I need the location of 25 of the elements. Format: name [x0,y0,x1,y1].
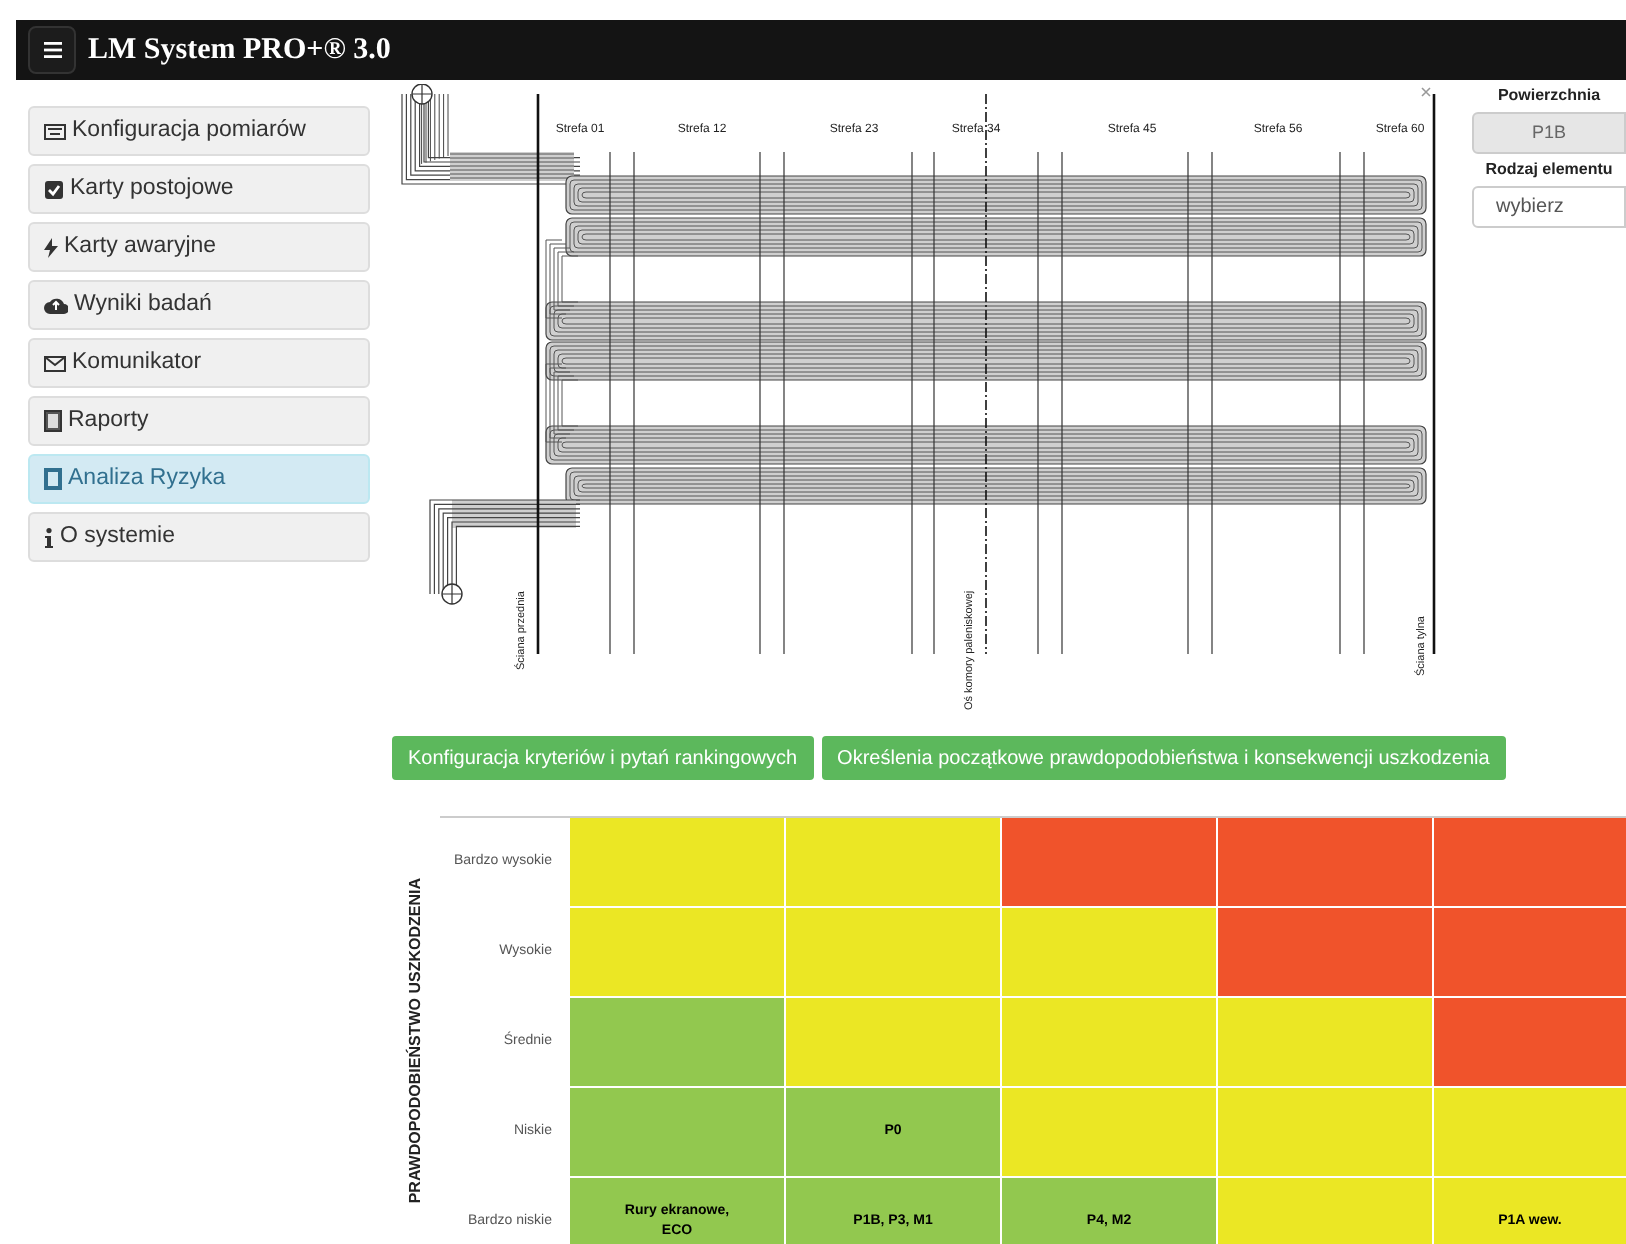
field-label: Powierzchnia [1495,84,1603,108]
sidebar-item[interactable]: Wyniki badań [28,280,370,330]
envelope-icon [44,355,66,371]
element-select[interactable]: wybierz [1472,186,1626,228]
sidebar-item[interactable]: Karty awaryjne [28,222,370,272]
book-icon [44,410,62,432]
book-icon [44,468,62,490]
surface-field: P1B [1472,112,1626,154]
close-icon[interactable] [1421,87,1431,97]
menu-icon [43,42,61,58]
sidebar-item[interactable]: Karty postojowe [28,164,370,214]
field-label: Rodzaj elementu [1483,158,1615,182]
checkbox-icon [44,179,64,199]
sidebar-item[interactable]: Analiza Ryzyka [28,454,370,504]
sidebar-item[interactable]: Konfiguracja pomiarów [28,106,370,156]
sidebar-item[interactable]: O systemie [28,512,370,562]
cloud-icon [44,296,68,314]
sidebar-item[interactable]: Komunikator [28,338,370,388]
bolt-icon [44,237,58,257]
keyboard-icon [44,123,66,139]
axis-title: PRAWDOPODOBIEŃSTWO USZKODZENIA [403,878,425,1204]
app-title: LM System PRO+® 3.0 [88,31,391,70]
sidebar-item[interactable]: Raporty [28,396,370,446]
info-icon [44,527,54,547]
menu-button[interactable] [28,26,76,74]
